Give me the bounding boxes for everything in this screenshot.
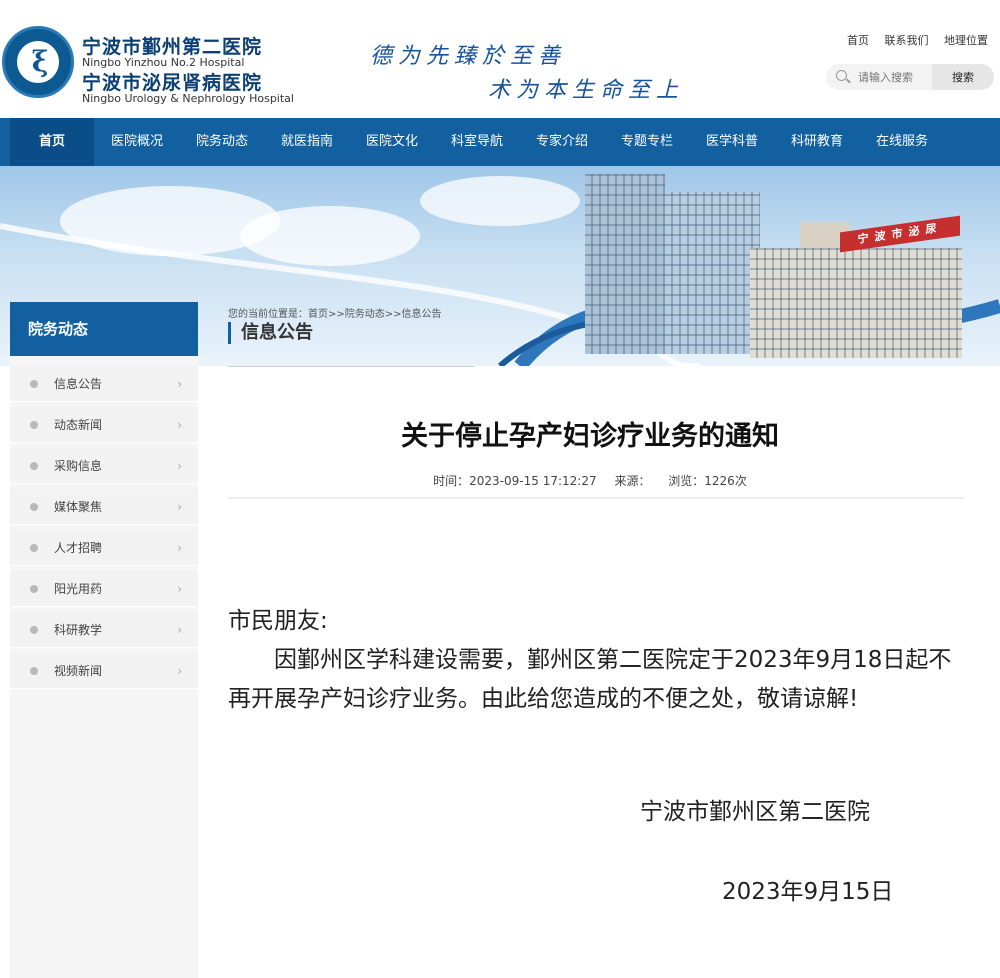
nav-item-experts[interactable]: 专家介绍 xyxy=(520,118,604,166)
sidebar-title: 院务动态 xyxy=(10,302,198,356)
nav-item-science[interactable]: 医学科普 xyxy=(690,118,774,166)
chevron-right-icon: › xyxy=(177,623,182,637)
top-link-contact[interactable]: 联系我们 xyxy=(885,34,929,47)
motto-line-2: 术为本生命至上 xyxy=(488,78,685,103)
main-nav: 首页 医院概况 院务动态 就医指南 医院文化 科室导航 专家介绍 专题专栏 医学… xyxy=(0,118,1000,166)
building-main xyxy=(665,192,760,354)
chevron-right-icon: › xyxy=(177,418,182,432)
bullet-icon xyxy=(30,380,38,388)
top-link-location[interactable]: 地理位置 xyxy=(944,34,988,47)
bullet-icon xyxy=(30,544,38,552)
sidebar-item-video-news[interactable]: 视频新闻 › xyxy=(10,653,198,689)
hospital-name-en-secondary: Ningbo Urology & Nephrology Hospital xyxy=(82,92,294,105)
bullet-icon xyxy=(30,626,38,634)
article-body: 市民朋友: 因鄞州区学科建设需要，鄞州区第二医院定于2023年9月18日起不再开… xyxy=(228,602,952,719)
bullet-icon xyxy=(30,585,38,593)
motto-line-1: 德为先臻於至善 xyxy=(370,44,567,69)
sidebar-item-label: 采购信息 xyxy=(54,459,103,473)
bullet-icon xyxy=(30,462,38,470)
search-box xyxy=(826,64,932,90)
divider xyxy=(228,497,964,499)
chevron-right-icon: › xyxy=(177,459,182,473)
sidebar-item-label: 媒体聚焦 xyxy=(54,500,103,514)
hospital-name-cn[interactable]: 宁波市鄞州第二医院 xyxy=(82,32,262,59)
sidebar-item-label: 人才招聘 xyxy=(54,541,103,555)
article-views: 浏览：1226次 xyxy=(668,474,747,488)
bullet-icon xyxy=(30,667,38,675)
nav-item-affairs[interactable]: 院务动态 xyxy=(180,118,264,166)
nav-item-topics[interactable]: 专题专栏 xyxy=(604,118,690,166)
bullet-icon xyxy=(30,421,38,429)
sidebar-item-news[interactable]: 动态新闻 › xyxy=(10,407,198,443)
bullet-icon xyxy=(30,503,38,511)
nav-item-culture[interactable]: 医院文化 xyxy=(350,118,434,166)
nav-item-guide[interactable]: 就医指南 xyxy=(264,118,350,166)
sidebar-item-research-teaching[interactable]: 科研教学 › xyxy=(10,612,198,648)
article-paragraph: 因鄞州区学科建设需要，鄞州区第二医院定于2023年9月18日起不再开展孕产妇诊疗… xyxy=(228,647,952,712)
building-tower xyxy=(585,174,665,354)
article-salutation: 市民朋友: xyxy=(228,608,328,634)
chevron-right-icon: › xyxy=(177,500,182,514)
article-date: 2023年9月15日 xyxy=(722,879,894,905)
chevron-right-icon: › xyxy=(177,582,182,596)
chevron-right-icon: › xyxy=(177,664,182,678)
sidebar-item-procurement[interactable]: 采购信息 › xyxy=(10,448,198,484)
nav-item-online[interactable]: 在线服务 xyxy=(860,118,944,166)
sidebar-item-label: 科研教学 xyxy=(54,623,103,637)
article-signature: 宁波市鄞州区第二医院 xyxy=(640,799,870,825)
chevron-right-icon: › xyxy=(177,377,182,391)
nav-item-overview[interactable]: 医院概况 xyxy=(94,118,180,166)
article-meta: 时间：2023-09-15 17:12:27 来源： 浏览：1226次 xyxy=(228,472,952,489)
hospital-name-cn-secondary: 宁波市泌尿肾病医院 xyxy=(82,72,263,94)
hospital-logo-icon[interactable]: ξ xyxy=(2,26,74,98)
top-link-home[interactable]: 首页 xyxy=(847,34,869,47)
site-header: ξ 宁波市鄞州第二医院 Ningbo Yinzhou No.2 Hospital… xyxy=(0,0,1000,118)
sidebar-item-label: 信息公告 xyxy=(54,377,103,391)
search-icon xyxy=(836,70,847,81)
article-source: 来源： xyxy=(614,474,651,488)
sidebar-item-announcements[interactable]: 信息公告 › xyxy=(10,366,198,402)
section-title: 信息公告 xyxy=(228,322,313,344)
breadcrumb[interactable]: 您的当前位置是：首页>>院务动态>>信息公告 xyxy=(228,305,442,320)
sidebar-item-label: 视频新闻 xyxy=(54,664,103,678)
nav-item-research[interactable]: 科研教育 xyxy=(774,118,860,166)
article-title: 关于停止孕产妇诊疗业务的通知 xyxy=(401,421,779,452)
sidebar-item-media[interactable]: 媒体聚焦 › xyxy=(10,489,198,525)
search-button[interactable]: 搜索 xyxy=(932,64,994,90)
sidebar-item-medication[interactable]: 阳光用药 › xyxy=(10,571,198,607)
sidebar-item-label: 阳光用药 xyxy=(54,582,103,596)
top-links: 首页 联系我们 地理位置 xyxy=(835,32,988,48)
search-input[interactable] xyxy=(858,68,928,86)
nav-item-departments[interactable]: 科室导航 xyxy=(434,118,520,166)
sidebar-item-recruitment[interactable]: 人才招聘 › xyxy=(10,530,198,566)
building-low xyxy=(750,248,962,358)
divider xyxy=(228,366,474,367)
sidebar-item-label: 动态新闻 xyxy=(54,418,103,432)
nav-item-home[interactable]: 首页 xyxy=(10,118,94,166)
sidebar: 院务动态 信息公告 › 动态新闻 › 采购信息 › 媒体聚焦 › 人才招聘 › … xyxy=(10,302,198,978)
chevron-right-icon: › xyxy=(177,541,182,555)
article-time: 时间：2023-09-15 17:12:27 xyxy=(433,474,597,488)
